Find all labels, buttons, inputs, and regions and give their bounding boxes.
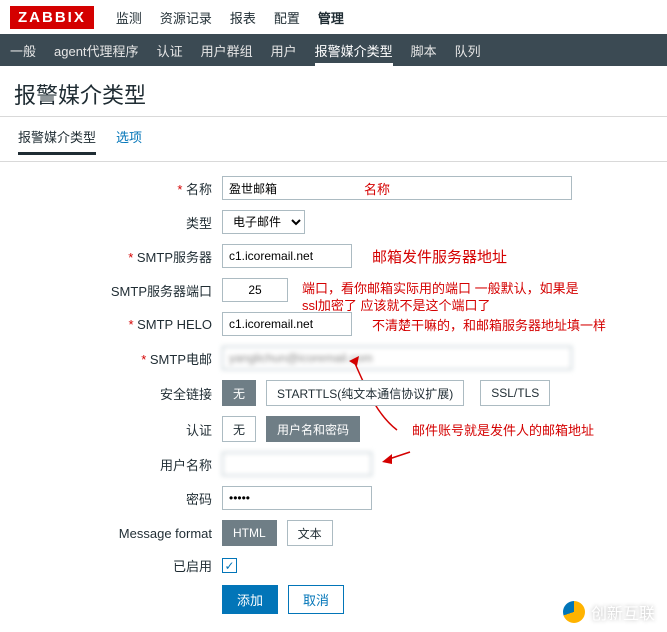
topmenu-monitoring[interactable]: 监测 <box>116 8 142 27</box>
media-type-form: 名称 名称 类型 电子邮件 SMTP服务器 邮箱发件服务器地址 SMTP服务器端… <box>0 162 667 632</box>
msgformat-text[interactable]: 文本 <box>287 520 333 546</box>
msgformat-group: HTML 文本 <box>222 520 333 546</box>
label-enabled: 已启用 <box>14 556 222 575</box>
type-select[interactable]: 电子邮件 <box>222 210 305 234</box>
watermark-text: 创新互联 <box>591 600 655 624</box>
msgformat-html[interactable]: HTML <box>222 520 277 546</box>
auth-group: 无 用户名和密码 <box>222 416 360 442</box>
label-security: 安全链接 <box>14 384 222 403</box>
topmenu-admin[interactable]: 管理 <box>318 8 344 27</box>
subitem-usergroups[interactable]: 用户群组 <box>201 35 253 66</box>
smtp-email-input[interactable] <box>222 346 572 370</box>
topmenu-config[interactable]: 配置 <box>274 8 300 27</box>
label-msgformat: Message format <box>14 526 222 541</box>
security-ssltls[interactable]: SSL/TLS <box>480 380 550 406</box>
security-group: 无 STARTTLS(纯文本通信协议扩展) SSL/TLS <box>222 380 550 406</box>
auth-none[interactable]: 无 <box>222 416 256 442</box>
label-smtp-email: SMTP电邮 <box>14 349 222 368</box>
annotation-helo: 不清楚干嘛的，和邮箱服务器地址填一样 <box>372 315 606 334</box>
tab-options[interactable]: 选项 <box>116 127 142 155</box>
subitem-scripts[interactable]: 脚本 <box>411 35 437 66</box>
tab-mediatype[interactable]: 报警媒介类型 <box>18 127 96 155</box>
enabled-checkbox[interactable]: ✓ <box>222 558 237 573</box>
annotation-name: 名称 <box>364 179 390 198</box>
auth-userpass[interactable]: 用户名和密码 <box>266 416 360 442</box>
label-username: 用户名称 <box>14 455 222 474</box>
subitem-queue[interactable]: 队列 <box>455 35 481 66</box>
subitem-general[interactable]: 一般 <box>10 35 36 66</box>
subitem-users[interactable]: 用户 <box>271 35 297 66</box>
top-menu: 监测 资源记录 报表 配置 管理 <box>108 8 344 27</box>
label-password: 密码 <box>14 489 222 508</box>
smtp-helo-input[interactable] <box>222 312 352 336</box>
label-smtp-server: SMTP服务器 <box>14 247 222 266</box>
annotation-email: 邮件账号就是发件人的邮箱地址 <box>412 420 594 439</box>
smtp-server-input[interactable] <box>222 244 352 268</box>
watermark: 创新互联 <box>563 600 655 624</box>
subitem-mediatypes[interactable]: 报警媒介类型 <box>315 35 393 66</box>
smtp-port-input[interactable] <box>222 278 288 302</box>
security-none[interactable]: 无 <box>222 380 256 406</box>
security-starttls[interactable]: STARTTLS(纯文本通信协议扩展) <box>266 380 464 406</box>
watermark-icon <box>563 601 585 623</box>
add-button[interactable]: 添加 <box>222 585 278 614</box>
topmenu-inventory[interactable]: 资源记录 <box>160 8 212 27</box>
subitem-auth[interactable]: 认证 <box>157 35 183 66</box>
label-auth: 认证 <box>14 420 222 439</box>
username-input[interactable] <box>222 452 372 476</box>
name-input[interactable] <box>222 176 572 200</box>
annotation-smtp-server: 邮箱发件服务器地址 <box>372 246 507 267</box>
form-tabs: 报警媒介类型 选项 <box>0 117 667 162</box>
sub-menu: 一般 agent代理程序 认证 用户群组 用户 报警媒介类型 脚本 队列 <box>0 34 667 66</box>
cancel-button[interactable]: 取消 <box>288 585 344 614</box>
label-smtp-port: SMTP服务器端口 <box>14 281 222 300</box>
zabbix-logo: ZABBIX <box>10 6 94 29</box>
subitem-proxies[interactable]: agent代理程序 <box>54 35 139 66</box>
topmenu-reports[interactable]: 报表 <box>230 8 256 27</box>
label-type: 类型 <box>14 213 222 232</box>
page-title: 报警媒介类型 <box>0 66 667 117</box>
password-input[interactable] <box>222 486 372 510</box>
label-name: 名称 <box>14 179 222 198</box>
label-smtp-helo: SMTP HELO <box>14 317 222 332</box>
